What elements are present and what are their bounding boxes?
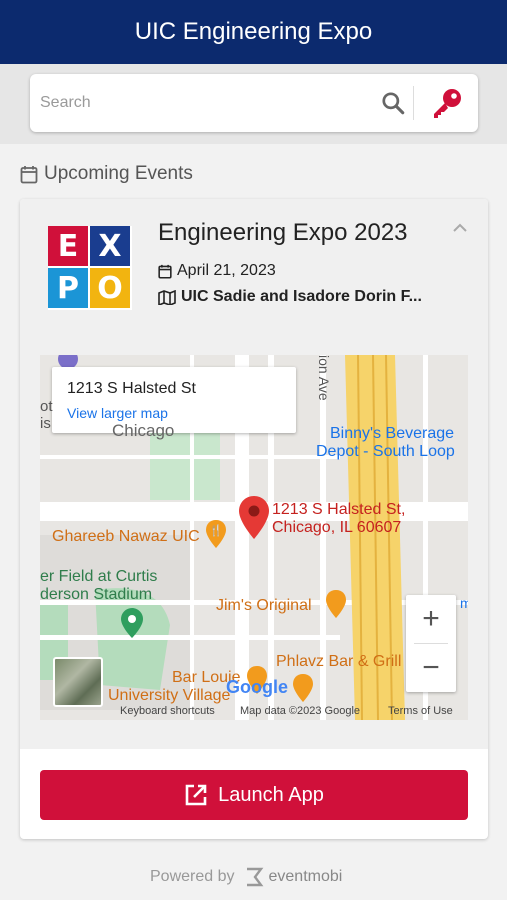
app-header: UIC Engineering Expo [0,0,507,64]
launch-app-label: Launch App [218,783,324,806]
map-label: ot [40,398,53,415]
map-label: derson Stadium [40,586,153,603]
map-label: is [40,415,51,432]
search-input[interactable] [40,94,370,112]
powered-by-footer: Powered by eventmobi [150,866,342,888]
keyboard-shortcuts-link[interactable]: Keyboard shortcuts [120,705,215,717]
park-pin-icon [121,608,143,638]
zoom-out-button[interactable]: − [406,644,456,692]
map-label: er Field at Curtis [40,568,158,585]
google-logo: Google [226,677,288,698]
map-label: University Village [108,687,231,704]
event-location: UIC Sadie and Isadore Dorin F... [158,288,422,306]
map-label: Chicago [112,421,175,440]
location-pin-icon[interactable] [237,495,271,541]
launch-app-button[interactable]: Launch App [40,770,468,820]
eventmobi-logo-icon [246,867,263,887]
svg-text:🍴: 🍴 [209,524,223,537]
restaurant-icon [293,674,313,702]
key-icon[interactable] [430,86,464,120]
search-divider [413,86,414,120]
calendar-icon [158,264,172,278]
map-label: Binny's Beverage [330,425,455,442]
map-icon [158,289,176,305]
logo-letter: X [90,226,130,266]
event-location-text: UIC Sadie and Isadore Dorin F... [181,288,422,305]
event-date-text: April 21, 2023 [177,262,276,279]
restaurant-icon: 🍴 [206,520,226,548]
external-link-icon [185,784,207,806]
section-title: Upcoming Events [44,163,193,184]
map-data-text: Map data ©2023 Google [240,705,361,717]
view-larger-map-link[interactable]: View larger map [67,405,168,421]
eventmobi-brand[interactable]: eventmobi [269,868,343,886]
event-date: April 21, 2023 [158,262,276,280]
pin-label: Chicago, IL 60607 [272,519,402,536]
terms-link[interactable]: Terms of Use [388,705,453,717]
map-label: ion Ave [316,355,332,401]
event-logo: E X P O [48,226,132,310]
map-label: Ghareeb Nawaz UIC [52,528,200,545]
map-label: Phlavz Bar & Grill [276,653,402,670]
calendar-icon [20,165,38,183]
zoom-in-button[interactable]: + [406,595,456,643]
map-label: Jim's Original [216,597,312,614]
embedded-map[interactable]: 1213 S Halsted St View larger map ot is … [40,355,468,720]
map-label: Depot - South Loop [316,443,455,460]
event-card-body[interactable]: E X P O Engineering Expo 2023 April 21, … [20,199,488,749]
section-heading: Upcoming Events [20,163,193,185]
event-card: E X P O Engineering Expo 2023 April 21, … [20,199,488,839]
restaurant-icon [326,590,346,618]
app-title: UIC Engineering Expo [134,18,373,45]
map-label: m [460,595,468,611]
powered-by-text: Powered by [150,868,235,885]
search-box [30,74,478,132]
search-icon[interactable] [380,90,406,116]
pin-label: 1213 S Halsted St, [272,501,406,518]
zoom-controls: + − [406,595,456,692]
logo-letter: O [90,268,130,308]
map-footer: Keyboard shortcuts Map data ©2023 Google… [40,704,468,720]
event-title[interactable]: Engineering Expo 2023 [158,219,408,247]
chevron-up-icon[interactable] [452,221,468,233]
search-bar-area [0,64,507,144]
logo-letter: E [48,226,88,266]
map-info-address: 1213 S Halsted St [67,380,196,397]
google-logo-text: Google [226,677,288,697]
logo-letter: P [48,268,88,308]
satellite-toggle[interactable] [53,657,103,707]
